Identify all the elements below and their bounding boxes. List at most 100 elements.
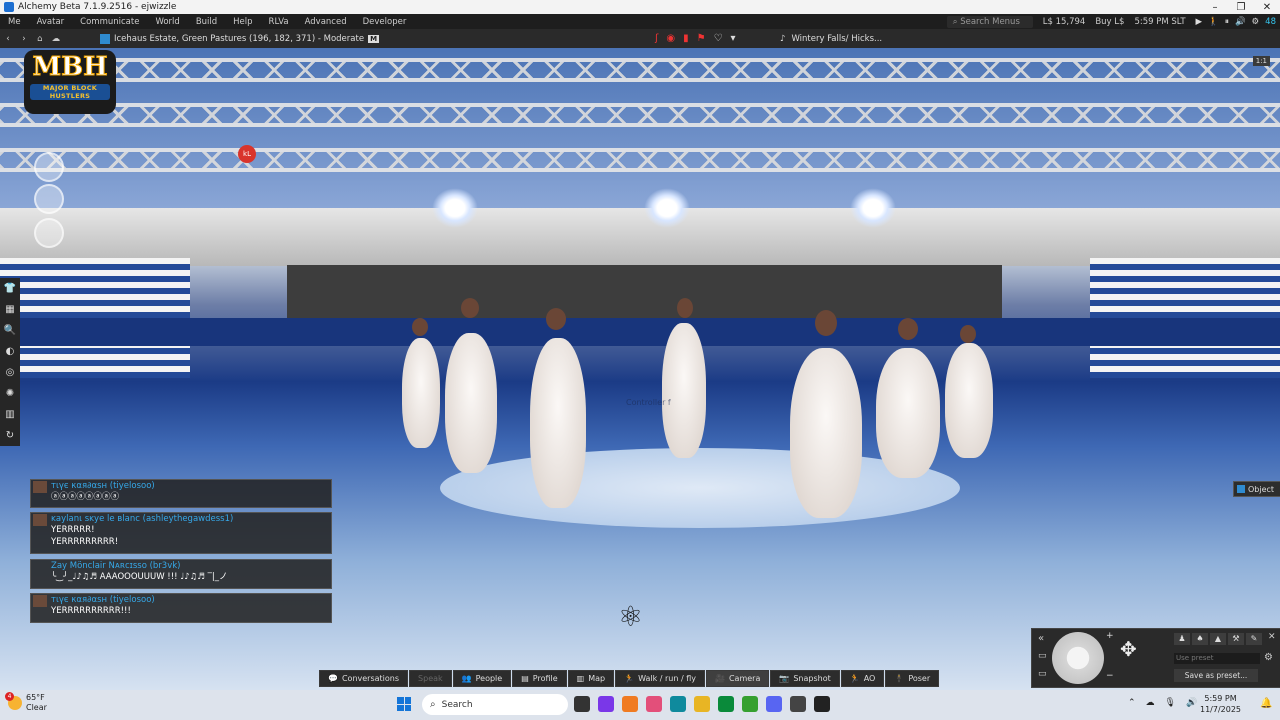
- outfit-icon[interactable]: 👕: [4, 280, 16, 298]
- hud-button[interactable]: [34, 184, 64, 214]
- tray-chevron-icon[interactable]: ⌃: [1128, 698, 1136, 708]
- appearance-icon[interactable]: ◐: [6, 343, 15, 361]
- collapse-icon[interactable]: «: [1038, 633, 1044, 644]
- camera-mode-icon[interactable]: ▭: [1038, 651, 1047, 661]
- taskbar-search-box[interactable]: ⌕ Search: [422, 694, 568, 715]
- preset-dropdown[interactable]: Use preset: [1174, 653, 1260, 664]
- chat-sender[interactable]: ĸaylanι ѕĸye le вlanc (ashleythegawdess1…: [31, 513, 331, 524]
- chat-sender[interactable]: Zay Mönclair Nᴀʀᴄɪssᴏ (br3vk): [31, 560, 331, 571]
- hud-button[interactable]: [34, 152, 64, 182]
- menu-advanced[interactable]: Advanced: [297, 17, 355, 27]
- pose-stand-icon[interactable]: ⚛: [618, 600, 643, 633]
- favorite-icon[interactable]: ♡: [714, 33, 723, 44]
- zoom-in-icon[interactable]: +: [1106, 631, 1114, 641]
- volume-icon[interactable]: 🔊: [1235, 17, 1246, 27]
- pinned-app-icon[interactable]: [622, 696, 638, 712]
- mbh-hud-logo[interactable]: MBH MAJOR BLOCK HUSTLERS: [24, 50, 116, 114]
- menu-search-input[interactable]: ⌕ Search Menus: [946, 15, 1033, 28]
- map-button[interactable]: ▥ Map: [567, 670, 615, 687]
- close-button[interactable]: ✕: [1254, 2, 1280, 13]
- search-icon[interactable]: 🔍: [4, 322, 16, 340]
- settings-icon[interactable]: ⚙: [1252, 17, 1260, 27]
- build-icon[interactable]: ▥: [5, 406, 14, 424]
- radar-icon[interactable]: ◎: [6, 364, 15, 382]
- pinned-app-icon[interactable]: [574, 696, 590, 712]
- walk-icon[interactable]: 🚶: [1208, 17, 1219, 27]
- environment-icon[interactable]: ✺: [6, 385, 14, 403]
- buy-currency-button[interactable]: Buy L$: [1095, 17, 1124, 27]
- music-icon[interactable]: ♪: [780, 34, 785, 44]
- menu-avatar[interactable]: Avatar: [29, 17, 73, 27]
- start-button[interactable]: [397, 697, 411, 711]
- network-icon[interactable]: ☁: [1146, 698, 1155, 708]
- avatar-dancer[interactable]: [790, 348, 862, 518]
- taskbar-clock[interactable]: 5:59 PM 11/7/2025: [1200, 693, 1241, 715]
- forward-icon[interactable]: ›: [16, 34, 32, 44]
- pinned-app-icon[interactable]: [718, 696, 734, 712]
- menu-rlva[interactable]: RLVa: [261, 17, 297, 27]
- camera-view-button[interactable]: ♟: [1174, 633, 1190, 645]
- avatar-dancer[interactable]: [662, 323, 706, 458]
- chat-message[interactable]: ĸaylanι ѕĸye le вlanc (ashleythegawdess1…: [30, 512, 332, 554]
- pinned-app-icon[interactable]: [814, 696, 830, 712]
- pinned-app-icon[interactable]: [766, 696, 782, 712]
- speak-button[interactable]: Speak: [409, 670, 452, 687]
- camera-button[interactable]: 🎥 Camera: [705, 670, 770, 687]
- menu-help[interactable]: Help: [225, 17, 260, 27]
- gear-icon[interactable]: ⚙: [1264, 652, 1273, 663]
- avatar-dancer[interactable]: [945, 343, 993, 458]
- hud-red-button[interactable]: kL: [238, 145, 256, 163]
- people-button[interactable]: 👥 People: [452, 670, 512, 687]
- back-icon[interactable]: ‹: [0, 34, 16, 44]
- pinned-app-icon[interactable]: [742, 696, 758, 712]
- camera-preset-icon[interactable]: ▭: [1038, 669, 1047, 679]
- zoom-out-icon[interactable]: −: [1106, 671, 1114, 681]
- pinned-app-icon[interactable]: [694, 696, 710, 712]
- avatar-dancer[interactable]: [876, 348, 940, 478]
- walk-run-fly-button[interactable]: 🏃 Walk / run / fly: [615, 670, 705, 687]
- hud-button[interactable]: [34, 218, 64, 248]
- chat-sender[interactable]: тιүє кαя∂αѕн (tiyelosoo): [31, 480, 331, 491]
- notification-bell-icon[interactable]: 🔔: [1260, 698, 1272, 709]
- snapshot-button[interactable]: 📷 Snapshot: [770, 670, 840, 687]
- minimize-button[interactable]: –: [1202, 2, 1228, 13]
- pan-control-icon[interactable]: ✥: [1120, 637, 1137, 661]
- camera-view-button[interactable]: ▲: [1210, 633, 1226, 645]
- volume-icon[interactable]: 🔊: [1186, 698, 1197, 708]
- pinned-app-icon[interactable]: [646, 696, 662, 712]
- avatar-dancer[interactable]: [402, 338, 440, 448]
- ao-button[interactable]: 🏃 AO: [840, 670, 885, 687]
- pinned-app-icon[interactable]: [670, 696, 686, 712]
- close-panel-icon[interactable]: ✕: [1268, 632, 1276, 642]
- dropdown-chevron-icon[interactable]: ▾: [731, 33, 736, 44]
- pause-icon[interactable]: ⏸: [1225, 17, 1229, 27]
- maximize-button[interactable]: ❐: [1228, 2, 1254, 13]
- camera-view-button[interactable]: ♠: [1192, 633, 1208, 645]
- save-preset-button[interactable]: Save as preset...: [1174, 669, 1258, 682]
- pinned-app-icon[interactable]: [790, 696, 806, 712]
- camera-view-button[interactable]: ✎: [1246, 633, 1262, 645]
- media-icon[interactable]: ▶: [1196, 17, 1203, 27]
- camera-view-button[interactable]: ⚒: [1228, 633, 1244, 645]
- avatar-dancer[interactable]: [445, 333, 497, 473]
- chat-message[interactable]: Zay Mönclair Nᴀʀᴄɪssᴏ (br3vk) ╰‿╯_♩♪♫♬ A…: [30, 559, 332, 589]
- chat-message[interactable]: тιүє кαя∂αѕн (tiyelosoo) ⓐⓐⓐⓐⓐⓐⓐⓐ: [30, 479, 332, 508]
- poser-button[interactable]: 🕴 Poser: [885, 670, 940, 687]
- menu-developer[interactable]: Developer: [355, 17, 415, 27]
- chat-message[interactable]: тιүє кαя∂αѕн (tiyelosoo) YERRRRRRRRRR!!!: [30, 593, 332, 623]
- aspect-badge[interactable]: 1:1: [1252, 56, 1270, 66]
- object-button[interactable]: Object: [1233, 481, 1280, 497]
- mic-icon[interactable]: 🎙: [1165, 698, 1176, 708]
- landmark-icon[interactable]: ☁: [48, 34, 64, 44]
- conversations-button[interactable]: 💬 Conversations: [319, 670, 409, 687]
- orbit-joystick[interactable]: [1052, 632, 1104, 684]
- refresh-icon[interactable]: ↻: [6, 427, 14, 445]
- inventory-icon[interactable]: ▦: [5, 301, 14, 319]
- menu-world[interactable]: World: [147, 17, 187, 27]
- location-bar[interactable]: Icehaus Estate, Green Pastures (196, 182…: [100, 33, 380, 44]
- menu-build[interactable]: Build: [188, 17, 225, 27]
- menu-me[interactable]: Me: [0, 17, 29, 27]
- weather-widget[interactable]: 4 65°F Clear: [5, 692, 47, 713]
- chat-sender[interactable]: тιүє кαя∂αѕн (tiyelosoo): [31, 594, 331, 605]
- avatar-dancer[interactable]: [530, 338, 586, 508]
